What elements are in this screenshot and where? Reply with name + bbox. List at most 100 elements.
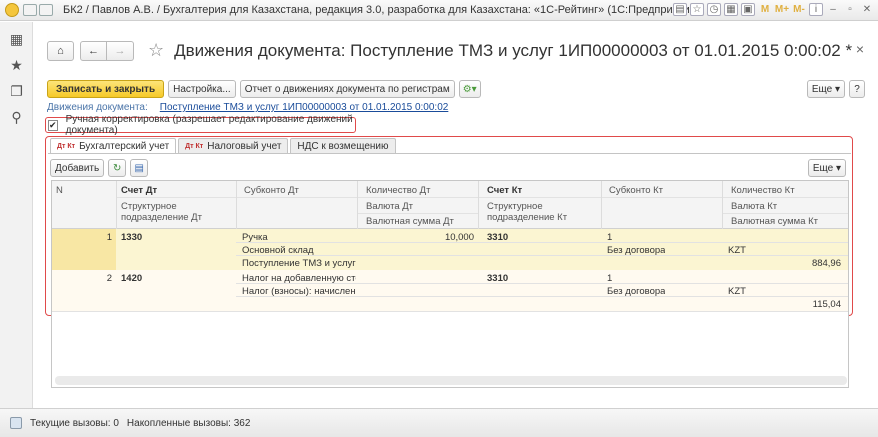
- command-bar: Записать и закрыть Настройка... Отчет о …: [47, 80, 865, 98]
- row-number: 2: [106, 273, 112, 284]
- register-tabs: Дт Кт Бухгалтерский учет Дт Кт Налоговый…: [50, 138, 398, 153]
- tab-label: Налоговый учет: [207, 140, 282, 152]
- apps-grid-icon[interactable]: ▦: [0, 26, 33, 52]
- column-header-subconto-dt[interactable]: Субконто Дт: [240, 185, 299, 196]
- column-header-account-kt[interactable]: Счет Кт: [483, 185, 522, 196]
- tab-label: НДС к возмещению: [297, 140, 389, 152]
- table-row[interactable]: 1 1330 Ручка Основной склад Поступление …: [52, 229, 848, 270]
- column-header-account-dt[interactable]: Счет Дт: [117, 185, 157, 196]
- table-command-right: Еще ▾: [807, 159, 850, 177]
- info-icon[interactable]: i: [809, 3, 823, 16]
- arrow-left-icon: ←: [88, 44, 99, 57]
- refresh-button[interactable]: ↻: [108, 159, 127, 177]
- help-button[interactable]: ?: [849, 80, 865, 98]
- account-dt-cell[interactable]: 1330: [117, 231, 142, 244]
- more-button[interactable]: Еще ▾: [806, 80, 845, 98]
- minimize-icon[interactable]: ‒: [826, 3, 840, 16]
- current-calls: Текущие вызовы: 0: [30, 417, 119, 429]
- horizontal-scrollbar[interactable]: [55, 376, 847, 385]
- favorite-star-icon[interactable]: ☆: [148, 40, 164, 61]
- cur-sum-kt-cell[interactable]: 884,96: [723, 257, 845, 270]
- dt-kt-icon: Дт Кт: [57, 142, 76, 150]
- manual-correction-label: Ручная корректировка (разрешает редактир…: [65, 114, 353, 136]
- grid-view-icon[interactable]: [39, 4, 53, 16]
- history-pages-icon[interactable]: ❐: [0, 78, 33, 104]
- tab-label: Бухгалтерский учет: [79, 140, 170, 152]
- column-header-n[interactable]: N: [52, 185, 63, 196]
- calls-monitor-icon[interactable]: [10, 417, 22, 429]
- memory-mplus-icon[interactable]: M+: [775, 3, 789, 16]
- refresh-icon: ↻: [113, 162, 122, 174]
- column-header-subconto-kt[interactable]: Субконто Кт: [605, 185, 663, 196]
- tab-divider: [48, 153, 851, 154]
- settings-button[interactable]: Настройка...: [168, 80, 236, 98]
- home-button[interactable]: ⌂: [47, 40, 74, 61]
- accumulated-calls: Накопленные вызовы: 362: [126, 417, 251, 429]
- column-header-qty-dt[interactable]: Количество Дт: [362, 185, 430, 196]
- row-number: 1: [106, 232, 112, 243]
- column-header-currency-dt[interactable]: Валюта Дт: [362, 201, 413, 212]
- select-register-button[interactable]: ▤: [130, 159, 149, 177]
- status-bar: Текущие вызовы: 0 Накопленные вызовы: 36…: [0, 408, 878, 437]
- forward-button[interactable]: →: [107, 40, 134, 61]
- close-form-icon[interactable]: ×: [856, 41, 864, 57]
- header-divider: [357, 213, 478, 214]
- structure-icon: ⚙▾: [462, 83, 477, 95]
- maximize-icon[interactable]: ▫: [843, 3, 857, 16]
- row-divider: [52, 311, 848, 312]
- structure-dropdown-button[interactable]: ⚙▾: [458, 80, 481, 98]
- row-divider: [236, 283, 848, 284]
- column-header-cur-sum-dt[interactable]: Валютная сумма Дт: [362, 216, 454, 227]
- add-button[interactable]: Добавить: [50, 159, 105, 177]
- search-icon[interactable]: ⚲: [0, 104, 33, 130]
- home-icon: ⌂: [57, 44, 64, 57]
- column-header-subdivision-kt[interactable]: Структурное подразделение Кт: [483, 201, 603, 223]
- table-row[interactable]: 2 1420 Налог на добавленную стои... Нало…: [52, 270, 848, 312]
- row-divider: [236, 242, 848, 243]
- history-icon[interactable]: ◷: [707, 3, 721, 16]
- tab-tax[interactable]: Дт Кт Налоговый учет: [178, 138, 289, 153]
- header-divider: [722, 213, 848, 214]
- row-divider: [236, 296, 848, 297]
- column-header-subdivision-dt[interactable]: Структурное подразделение Дт: [117, 201, 237, 223]
- column-header-qty-kt[interactable]: Количество Кт: [727, 185, 795, 196]
- cur-sum-kt-cell[interactable]: 115,04: [723, 298, 845, 311]
- column-header-currency-kt[interactable]: Валюта Кт: [727, 201, 777, 212]
- menu-icon[interactable]: [23, 4, 37, 16]
- calendar-icon[interactable]: ▦: [724, 3, 738, 16]
- tab-accounting[interactable]: Дт Кт Бухгалтерский учет: [50, 138, 177, 153]
- page-title: Движения документа: Поступление ТМЗ и ус…: [174, 40, 853, 60]
- titlebar-tools: ▤ ☆ ◷ ▦ ▣ M M+ M- i ‒ ▫ ✕: [673, 3, 874, 16]
- movements-table[interactable]: N Счет Дт Структурное подразделение Дт С…: [51, 180, 849, 388]
- table-select-icon: ▤: [134, 162, 144, 174]
- window-list-icon[interactable]: ▤: [673, 3, 687, 16]
- column-header-cur-sum-kt[interactable]: Валютная сумма Кт: [727, 216, 818, 227]
- save-and-close-button[interactable]: Записать и закрыть: [47, 80, 165, 98]
- calculator-icon[interactable]: ▣: [741, 3, 755, 16]
- tab-vat-refund[interactable]: НДС к возмещению: [290, 138, 396, 153]
- table-more-button[interactable]: Еще ▾: [807, 159, 846, 177]
- arrow-right-icon: →: [114, 44, 126, 57]
- bookmark-icon[interactable]: ☆: [690, 3, 704, 16]
- memory-m-icon[interactable]: M: [758, 3, 772, 16]
- table-header: N Счет Дт Структурное подразделение Дт С…: [52, 181, 848, 229]
- account-dt-cell[interactable]: 1420: [117, 272, 142, 285]
- command-bar-right: Еще ▾ ?: [806, 80, 865, 98]
- document-link-row: Движения документа: Поступление ТМЗ и ус…: [47, 102, 448, 113]
- document-movements-form: ⌂ ← → ☆ Движения документа: Поступление …: [33, 22, 878, 408]
- dt-kt-icon: Дт Кт: [185, 142, 204, 150]
- memory-mminus-icon[interactable]: M-: [792, 3, 806, 16]
- document-label: Движения документа:: [47, 102, 148, 113]
- row-divider: [236, 255, 848, 256]
- register-report-button[interactable]: Отчет о движениях документа по регистрам: [239, 80, 455, 98]
- favorites-star-icon[interactable]: ★: [0, 52, 33, 78]
- left-panel: ▦ ★ ❐ ⚲: [0, 22, 33, 408]
- header-divider: [116, 197, 848, 198]
- back-button[interactable]: ←: [80, 40, 107, 61]
- subconto-dt-cell[interactable]: Поступление ТМЗ и услуг 1...: [238, 257, 356, 270]
- window-titlebar: БК2 / Павлов А.В. / Бухгалтерия для Каза…: [0, 0, 878, 21]
- manual-correction-checkbox[interactable]: ✔: [48, 119, 58, 131]
- document-link[interactable]: Поступление ТМЗ и услуг 1ИП00000003 от 0…: [160, 102, 449, 113]
- close-window-icon[interactable]: ✕: [860, 3, 874, 16]
- window-title: БК2 / Павлов А.В. / Бухгалтерия для Каза…: [63, 4, 700, 16]
